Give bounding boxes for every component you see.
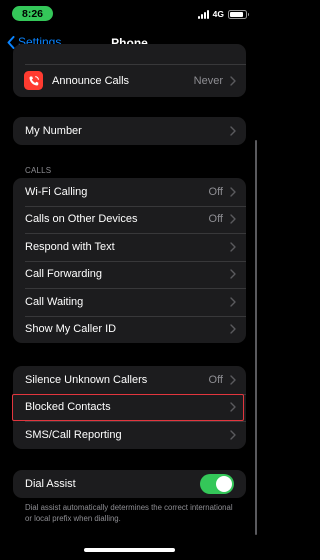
call-forwarding-label: Call Forwarding xyxy=(25,268,103,281)
dial-assist-group: Dial Assist xyxy=(13,470,246,498)
dial-assist-label: Dial Assist xyxy=(25,478,76,490)
my-number-group: My Number xyxy=(13,117,246,145)
home-indicator[interactable] xyxy=(84,548,175,552)
sms-call-reporting-label: SMS/Call Reporting xyxy=(25,428,122,441)
chevron-right-icon xyxy=(230,375,236,385)
chevron-right-icon xyxy=(230,269,236,279)
chevron-right-icon xyxy=(230,402,236,412)
blocked-contacts-label: Blocked Contacts xyxy=(25,401,111,414)
network-type: 4G xyxy=(212,9,224,19)
top-settings-group: Announce Calls Never xyxy=(13,44,246,97)
cellular-signal-icon xyxy=(197,9,209,19)
toggle-knob xyxy=(216,476,232,492)
my-number-row[interactable]: My Number xyxy=(13,117,246,145)
silence-unknown-callers-value: Off xyxy=(208,373,223,386)
phone-speaker-icon xyxy=(29,75,39,85)
status-indicators: 4G xyxy=(197,8,249,20)
chevron-right-icon xyxy=(230,430,236,440)
status-bar: 8:26 4G xyxy=(0,0,259,26)
show-caller-id-row[interactable]: Show My Caller ID xyxy=(13,315,246,344)
chevron-right-icon xyxy=(230,242,236,252)
wifi-calling-value: Off xyxy=(208,185,223,198)
show-caller-id-label: Show My Caller ID xyxy=(25,323,117,336)
calls-other-devices-value: Off xyxy=(208,213,223,226)
silence-unknown-callers-row[interactable]: Silence Unknown Callers Off xyxy=(13,366,246,394)
sms-call-reporting-row[interactable]: SMS/Call Reporting xyxy=(13,421,246,449)
chevron-right-icon xyxy=(230,297,236,307)
wifi-calling-label: Wi-Fi Calling xyxy=(25,185,88,198)
chevron-right-icon xyxy=(230,187,236,197)
dial-assist-toggle[interactable] xyxy=(200,474,234,494)
silence-unknown-callers-label: Silence Unknown Callers xyxy=(25,373,148,386)
respond-with-text-row[interactable]: Respond with Text xyxy=(13,233,246,261)
call-waiting-label: Call Waiting xyxy=(25,295,84,308)
dial-assist-footer: Dial assist automatically determines the… xyxy=(25,503,233,523)
blocked-contacts-row[interactable]: Blocked Contacts xyxy=(13,393,246,422)
my-number-label: My Number xyxy=(25,124,82,137)
calls-other-devices-row[interactable]: Calls on Other Devices Off xyxy=(13,205,246,234)
announce-calls-icon xyxy=(24,71,43,90)
call-waiting-row[interactable]: Call Waiting xyxy=(13,288,246,316)
announce-calls-label: Announce Calls xyxy=(52,74,130,87)
call-forwarding-row[interactable]: Call Forwarding xyxy=(13,260,246,289)
calls-section-header: CALLS xyxy=(25,166,52,175)
calls-other-devices-label: Calls on Other Devices xyxy=(25,213,138,226)
announce-calls-value: Never xyxy=(193,74,223,87)
battery-level xyxy=(230,11,243,17)
chevron-right-icon xyxy=(230,324,236,334)
chevron-right-icon xyxy=(230,126,236,136)
scrollbar[interactable] xyxy=(254,140,257,535)
wifi-calling-row[interactable]: Wi-Fi Calling Off xyxy=(13,178,246,206)
dial-assist-row: Dial Assist xyxy=(13,470,246,498)
blocking-group: Silence Unknown Callers Off Blocked Cont… xyxy=(13,366,246,449)
calls-group: Wi-Fi Calling Off Calls on Other Devices… xyxy=(13,178,246,343)
chevron-right-icon xyxy=(230,214,236,224)
hidden-row[interactable] xyxy=(13,44,246,64)
battery-icon xyxy=(228,9,249,19)
chevron-right-icon xyxy=(230,75,236,86)
announce-calls-row[interactable]: Announce Calls Never xyxy=(13,64,246,97)
status-time[interactable]: 8:26 xyxy=(12,6,53,21)
respond-with-text-label: Respond with Text xyxy=(25,240,115,253)
